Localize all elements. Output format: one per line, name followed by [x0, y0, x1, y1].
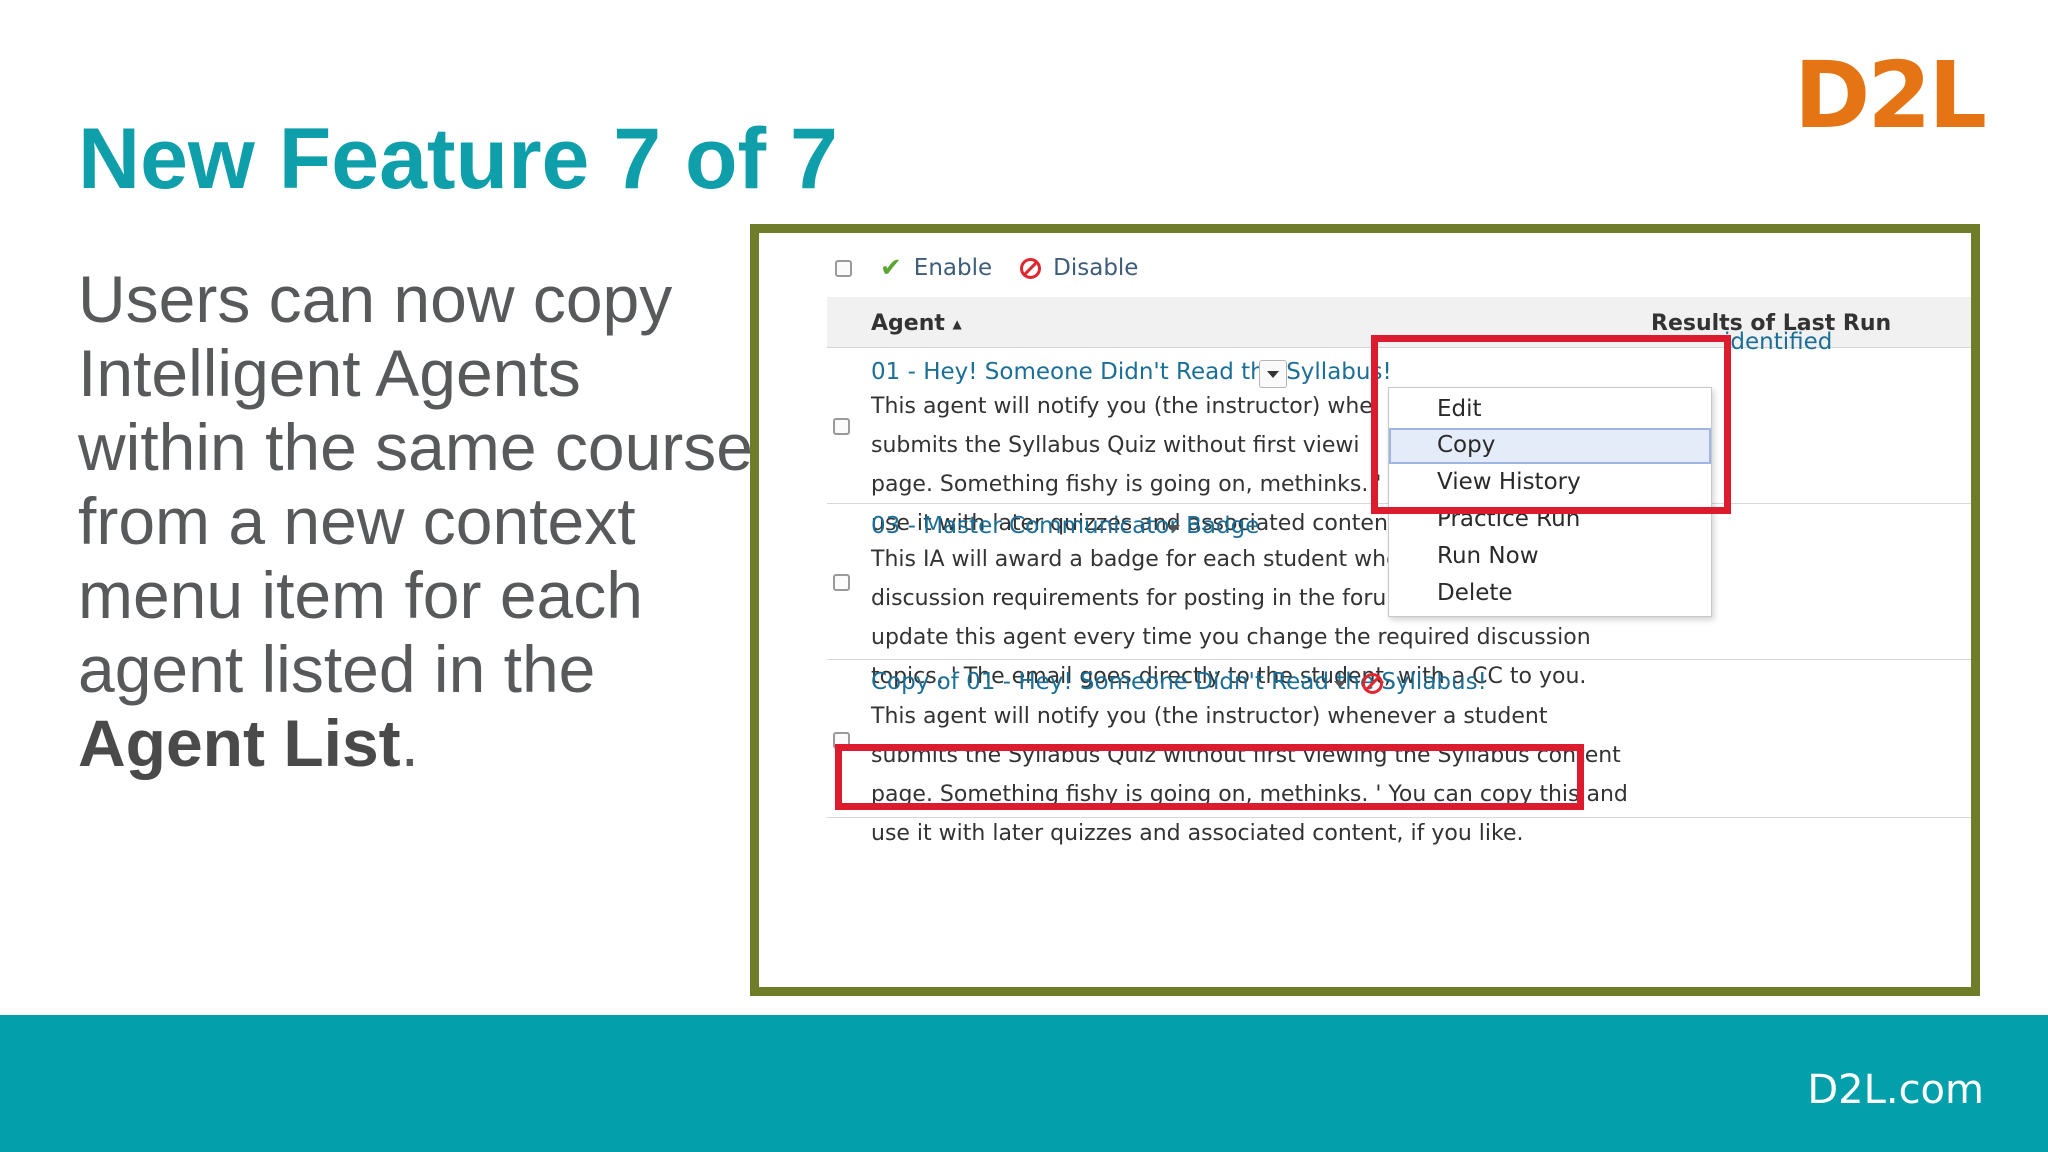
agent-column-label: Agent	[871, 311, 945, 336]
menu-item-label: Delete	[1437, 580, 1513, 606]
agent-name-link[interactable]: 03 - Master Communicator Badge	[871, 513, 1259, 539]
agent-list-toolbar: ✔ Enable Disable	[835, 251, 1138, 285]
footer-url: D2L.com	[1807, 1067, 1984, 1113]
chevron-down-icon[interactable]	[1334, 681, 1346, 688]
chevron-down-icon	[1267, 370, 1279, 378]
context-menu-button[interactable]	[1259, 360, 1287, 388]
description-line: update this agent every time you change …	[871, 625, 1591, 650]
description-line: This agent will notify you (the instruct…	[871, 704, 1548, 729]
enable-button[interactable]: ✔ Enable	[880, 253, 992, 283]
description-text: Users can now copy Intelligent Agents wi…	[78, 262, 753, 706]
agent-name-link[interactable]: Copy of 01 - Hey! Someone Didn't Read th…	[871, 669, 1487, 695]
d2l-logo: D2L	[1793, 42, 1987, 149]
menu-item-label: Run Now	[1437, 543, 1539, 569]
select-all-checkbox[interactable]	[835, 259, 852, 277]
description-line: use it with later quizzes and associated…	[871, 821, 1524, 846]
row-checkbox[interactable]	[833, 418, 850, 435]
menu-item-run-now[interactable]: Run Now	[1389, 539, 1711, 575]
row-checkbox[interactable]	[833, 574, 850, 591]
sort-ascending-icon: ▲	[952, 317, 962, 331]
chevron-down-icon[interactable]	[1168, 525, 1180, 532]
description-line: page. Something fishy is going on, methi…	[871, 472, 1382, 497]
enable-label: Enable	[913, 255, 993, 281]
slide-title: New Feature 7 of 7	[78, 111, 838, 207]
disabled-status-icon	[1362, 673, 1383, 694]
description-line: submits the Syllabus Quiz without first …	[871, 433, 1360, 458]
menu-item-delete[interactable]: Delete	[1389, 576, 1711, 612]
slide-description: Users can now copy Intelligent Agents wi…	[78, 262, 758, 780]
agent-list-screenshot: ✔ Enable Disable Agent ▲ Results of Last…	[750, 224, 1980, 996]
ban-icon	[1020, 257, 1042, 279]
disable-label: Disable	[1053, 255, 1139, 281]
agent-column-header[interactable]: Agent ▲	[871, 311, 962, 336]
footer-bar: D2L.com	[0, 1015, 2048, 1152]
disable-button[interactable]: Disable	[1020, 255, 1138, 281]
agent-list-term: Agent List	[78, 706, 401, 780]
description-end: .	[400, 706, 419, 780]
highlight-box-copied-agent	[835, 744, 1584, 810]
highlight-box-context-menu	[1371, 335, 1731, 514]
last-run-result-link[interactable]: identified	[1724, 329, 1832, 355]
agent-name-link[interactable]: 01 - Hey! Someone Didn't Read the Syllab…	[871, 359, 1392, 385]
checkmark-icon: ✔	[880, 253, 902, 283]
description-line: This agent will notify you (the instruct…	[871, 394, 1373, 419]
